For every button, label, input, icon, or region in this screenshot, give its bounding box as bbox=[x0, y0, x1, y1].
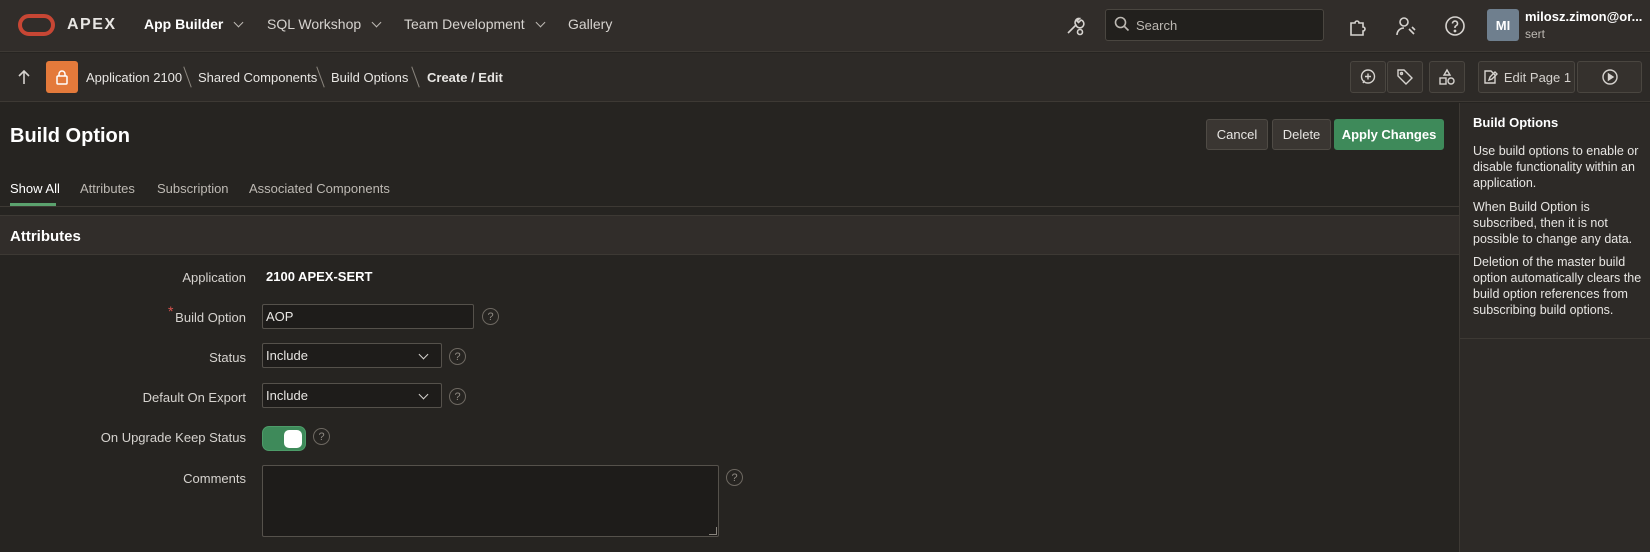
main-content: Build Option Cancel Delete Apply Changes… bbox=[0, 103, 1459, 552]
search-box[interactable] bbox=[1105, 9, 1324, 41]
run-page-button[interactable] bbox=[1577, 61, 1642, 93]
status-select-value: Include bbox=[266, 348, 308, 363]
top-navigation-bar: APEX App Builder SQL Workshop Team Devel… bbox=[0, 0, 1650, 52]
application-value: 2100 APEX-SERT bbox=[266, 269, 373, 284]
comments-textarea[interactable] bbox=[262, 465, 719, 537]
apply-changes-button[interactable]: Apply Changes bbox=[1334, 119, 1444, 150]
administration-wrench-icon[interactable] bbox=[1063, 14, 1087, 38]
help-panel: Build Options Use build options to enabl… bbox=[1459, 103, 1650, 552]
breadcrumb-separator bbox=[316, 66, 325, 88]
feedback-icon bbox=[1360, 69, 1376, 84]
page-title: Build Option bbox=[10, 125, 130, 147]
nav-app-builder-label: App Builder bbox=[144, 16, 224, 32]
app-lock-badge[interactable] bbox=[46, 61, 78, 93]
nav-team-development-label: Team Development bbox=[404, 16, 525, 32]
page-components-button[interactable] bbox=[1429, 61, 1465, 93]
active-tab-indicator bbox=[10, 203, 56, 206]
help-icon[interactable] bbox=[1443, 14, 1467, 38]
user-settings-icon[interactable] bbox=[1394, 14, 1418, 38]
default-on-export-select[interactable]: Include bbox=[262, 383, 442, 408]
help-icon[interactable]: ? bbox=[482, 308, 499, 325]
up-arrow-icon[interactable] bbox=[16, 68, 32, 89]
status-label: Status bbox=[209, 350, 246, 365]
attributes-region-header: Attributes bbox=[0, 215, 1459, 255]
tab-attributes[interactable]: Attributes bbox=[80, 181, 135, 196]
default-on-export-label: Default On Export bbox=[142, 390, 246, 405]
nav-app-builder[interactable]: App Builder bbox=[144, 16, 244, 32]
build-option-input[interactable] bbox=[262, 304, 474, 329]
on-upgrade-keep-status-label: On Upgrade Keep Status bbox=[100, 430, 246, 445]
help-panel-title: Build Options bbox=[1473, 115, 1559, 130]
chevron-down-icon bbox=[233, 17, 244, 27]
nav-team-development[interactable]: Team Development bbox=[404, 16, 546, 32]
breadcrumb-separator bbox=[183, 66, 192, 88]
edit-page-label: Edit Page 1 bbox=[1503, 69, 1572, 85]
play-icon bbox=[1601, 69, 1618, 85]
tab-bar: Show All Attributes Subscription Associa… bbox=[0, 165, 1459, 207]
user-workspace: sert bbox=[1525, 27, 1546, 41]
tab-associated-components[interactable]: Associated Components bbox=[249, 181, 390, 196]
feedback-button[interactable] bbox=[1350, 61, 1386, 93]
oracle-logo-icon[interactable] bbox=[18, 14, 55, 36]
nav-sql-workshop-label: SQL Workshop bbox=[267, 16, 362, 32]
chevron-down-icon bbox=[371, 17, 382, 27]
application-label: Application bbox=[182, 270, 246, 285]
breadcrumb-bar: Application 2100 Shared Components Build… bbox=[0, 53, 1650, 102]
chevron-down-icon bbox=[535, 17, 546, 27]
breadcrumb-application[interactable]: Application 2100 bbox=[86, 70, 182, 85]
help-icon[interactable]: ? bbox=[449, 388, 466, 405]
shared-components-button[interactable] bbox=[1387, 61, 1423, 93]
shapes-icon bbox=[1439, 68, 1455, 85]
apex-logo-text[interactable]: APEX bbox=[67, 16, 117, 34]
resize-handle[interactable] bbox=[709, 527, 717, 535]
user-avatar[interactable]: MI bbox=[1487, 9, 1519, 41]
help-icon[interactable]: ? bbox=[313, 428, 330, 445]
help-icon[interactable]: ? bbox=[449, 348, 466, 365]
help-paragraph: When Build Option is subscribed, then it… bbox=[1473, 200, 1633, 246]
chevron-down-icon bbox=[418, 389, 429, 400]
breadcrumb-current: Create / Edit bbox=[427, 70, 503, 85]
status-select[interactable]: Include bbox=[262, 343, 442, 368]
chevron-down-icon bbox=[418, 349, 429, 360]
tab-show-all[interactable]: Show All bbox=[10, 181, 60, 196]
edit-page-icon bbox=[1484, 70, 1498, 84]
lock-icon bbox=[56, 70, 68, 85]
breadcrumb-shared-components[interactable]: Shared Components bbox=[198, 70, 317, 85]
toggle-knob bbox=[284, 430, 302, 448]
region-title: Attributes bbox=[10, 228, 81, 245]
cancel-button[interactable]: Cancel bbox=[1206, 119, 1268, 150]
help-icon[interactable]: ? bbox=[726, 469, 743, 486]
build-option-label: Build Option bbox=[175, 310, 246, 325]
extensions-puzzle-icon[interactable] bbox=[1346, 14, 1370, 38]
comments-label: Comments bbox=[183, 471, 246, 486]
user-name[interactable]: milosz.zimon@or... bbox=[1525, 9, 1645, 24]
nav-sql-workshop[interactable]: SQL Workshop bbox=[267, 16, 382, 32]
help-paragraph: Use build options to enable or disable f… bbox=[1473, 144, 1639, 190]
breadcrumb-build-options[interactable]: Build Options bbox=[331, 70, 408, 85]
nav-gallery[interactable]: Gallery bbox=[568, 16, 612, 32]
edit-page-button[interactable]: Edit Page 1 bbox=[1478, 61, 1575, 93]
tab-subscription[interactable]: Subscription bbox=[157, 181, 229, 196]
search-icon bbox=[1114, 16, 1130, 35]
breadcrumb-separator bbox=[411, 66, 420, 88]
help-paragraph: Deletion of the master build option auto… bbox=[1473, 255, 1642, 317]
search-input[interactable] bbox=[1136, 17, 1316, 33]
default-on-export-value: Include bbox=[266, 388, 308, 403]
tag-icon bbox=[1397, 69, 1413, 85]
required-indicator: * bbox=[168, 303, 174, 319]
delete-button[interactable]: Delete bbox=[1272, 119, 1331, 150]
nav-gallery-label: Gallery bbox=[568, 16, 613, 32]
on-upgrade-keep-status-toggle[interactable] bbox=[262, 426, 306, 451]
help-panel-divider bbox=[1460, 338, 1650, 339]
